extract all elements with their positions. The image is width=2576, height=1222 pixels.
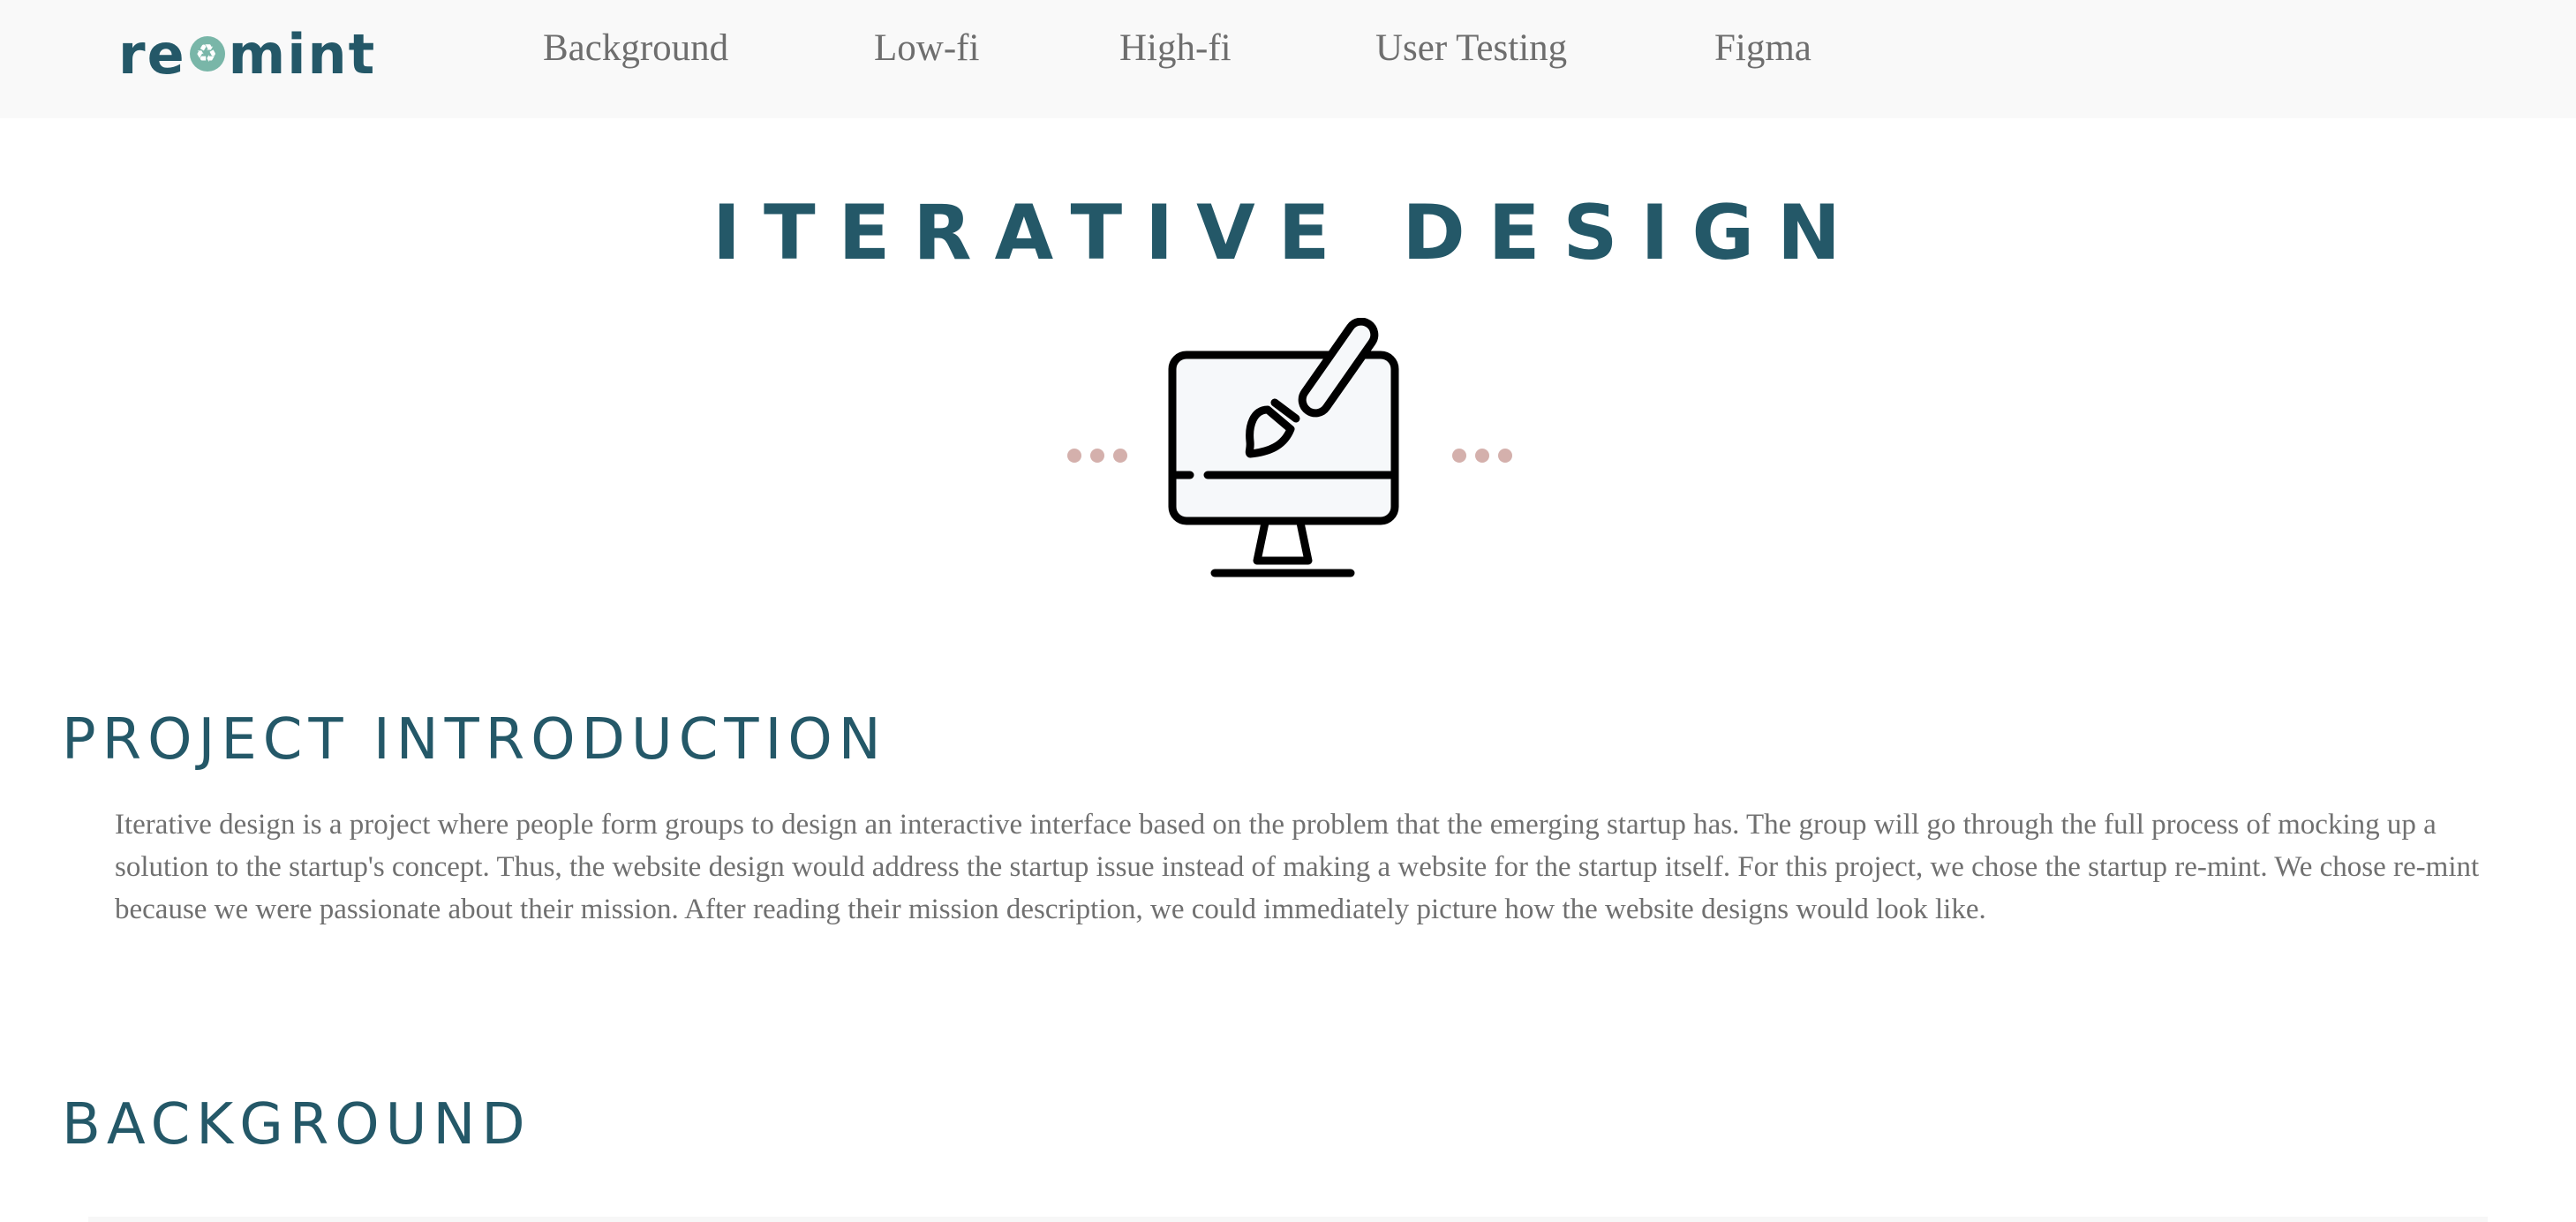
nav-link-user-testing[interactable]: User Testing: [1375, 26, 1567, 70]
recycle-icon: ♻: [189, 36, 225, 72]
page-title: ITERATIVE DESIGN: [712, 189, 1864, 277]
top-navbar: re ♻ mint Background Low-fi High-fi User…: [0, 0, 2576, 118]
nav-link-background[interactable]: Background: [543, 26, 728, 70]
nav-link-low-fi[interactable]: Low-fi: [874, 26, 979, 70]
nav-link-high-fi[interactable]: High-fi: [1119, 26, 1232, 70]
project-introduction-paragraph: Iterative design is a project where peop…: [115, 809, 2480, 925]
content-divider: [88, 1217, 2488, 1222]
remint-logo[interactable]: re ♻ mint: [118, 21, 377, 87]
logo-text-mint: mint: [228, 21, 377, 87]
section-heading-background: BACKGROUND: [62, 1092, 531, 1158]
monitor-paintbrush-icon: [1168, 318, 1399, 577]
section-heading-project-introduction: PROJECT INTRODUCTION: [62, 707, 887, 773]
logo-text-re: re: [118, 21, 186, 87]
decorative-dots-left: [1067, 449, 1127, 463]
nav-link-figma[interactable]: Figma: [1714, 26, 1811, 70]
hero-illustration: [0, 318, 2576, 583]
decorative-dots-right: [1452, 449, 1512, 463]
